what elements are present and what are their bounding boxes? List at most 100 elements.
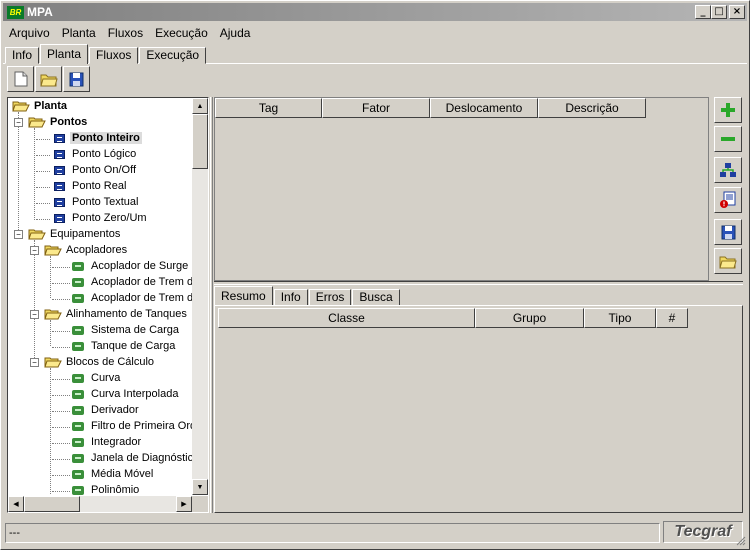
arrow-up-icon: ▲ — [196, 102, 204, 110]
tab-execucao[interactable]: Execução — [139, 47, 207, 64]
report-button[interactable] — [714, 187, 742, 213]
save-icon — [721, 225, 735, 239]
tree-horizontal-scrollbar[interactable]: ◀ ▶ — [8, 496, 192, 512]
blocos-expander[interactable]: − — [30, 358, 39, 367]
tree-item-equipment[interactable]: Filtro de Primeira Ord — [72, 418, 192, 434]
tree-item-label: Filtro de Primeira Ord — [91, 420, 192, 432]
tab-info-bottom[interactable]: Info — [273, 289, 308, 306]
scroll-thumb[interactable] — [192, 114, 208, 169]
tree-vertical-scrollbar[interactable]: ▲ ▼ — [192, 98, 208, 495]
tree-item-equipment[interactable]: Polinômio — [72, 482, 141, 495]
tree-item-ponto-inteiro[interactable]: Ponto Inteiro — [54, 130, 142, 146]
column-header-tipo[interactable]: Tipo — [584, 308, 656, 328]
menu-fluxos[interactable]: Fluxos — [102, 26, 149, 40]
tree-item-label: Curva Interpolada — [91, 388, 179, 400]
tab-erros[interactable]: Erros — [308, 289, 352, 306]
scroll-thumb-horizontal[interactable] — [24, 496, 80, 512]
tree-item-label: Ponto Real — [72, 180, 127, 192]
vertical-splitter[interactable] — [210, 97, 213, 513]
scroll-down-button[interactable]: ▼ — [192, 479, 208, 495]
tree-node-pontos[interactable]: Pontos — [28, 114, 89, 130]
app-window: BR MPA _ □ × Arquivo Planta Fluxos Execu… — [0, 0, 750, 550]
equipment-icon — [72, 341, 84, 351]
tree-item-equipment[interactable]: Tanque de Carga — [72, 338, 177, 354]
equipamentos-expander[interactable]: − — [14, 230, 23, 239]
summary-panel: Classe Grupo Tipo # — [214, 305, 743, 513]
column-header-tag[interactable]: Tag — [215, 98, 322, 118]
point-icon — [54, 197, 65, 207]
tree-item-equipment[interactable]: Acoplador de Trem de — [72, 274, 192, 290]
column-header-count[interactable]: # — [656, 308, 688, 328]
tree-item-ponto-zero-um[interactable]: Ponto Zero/Um — [54, 210, 149, 226]
equipment-icon — [72, 277, 84, 287]
acopladores-expander[interactable]: − — [30, 246, 39, 255]
tree-item-ponto-textual[interactable]: Ponto Textual — [54, 194, 140, 210]
save-button[interactable] — [63, 66, 90, 92]
tree-node-alinhamento[interactable]: Alinhamento de Tanques — [44, 306, 189, 322]
open-button[interactable] — [35, 66, 62, 92]
add-button[interactable] — [714, 97, 742, 123]
equipment-button[interactable] — [714, 157, 742, 183]
column-header-fator[interactable]: Fator — [322, 98, 430, 118]
column-header-grupo[interactable]: Grupo — [475, 308, 584, 328]
tree-item-equipment[interactable]: Curva Interpolada — [72, 386, 180, 402]
tab-fluxos[interactable]: Fluxos — [89, 47, 139, 64]
remove-button[interactable] — [714, 126, 742, 152]
tree-item-equipment[interactable]: Curva — [72, 370, 122, 386]
tree-root[interactable]: Planta — [12, 98, 69, 114]
tree-item-equipment[interactable]: Sistema de Carga — [72, 322, 181, 338]
tab-planta[interactable]: Planta — [40, 44, 89, 64]
tree-item-ponto-onoff[interactable]: Ponto On/Off — [54, 162, 138, 178]
tree-item-equipment[interactable]: Janela de Diagnóstico — [72, 450, 192, 466]
tab-resumo[interactable]: Resumo — [214, 286, 273, 306]
new-button[interactable] — [7, 66, 34, 92]
tree-node-equipamentos[interactable]: Equipamentos — [28, 226, 122, 242]
tree-item-label: Acoplador de Trem de — [91, 292, 192, 304]
pontos-expander[interactable]: − — [14, 118, 23, 127]
menu-arquivo[interactable]: Arquivo — [3, 26, 56, 40]
scroll-right-button[interactable]: ▶ — [176, 496, 192, 512]
maximize-button[interactable]: □ — [711, 5, 727, 19]
equipment-icon — [72, 421, 84, 431]
tree-item-equipment[interactable]: Derivador — [72, 402, 141, 418]
tree-node-blocos[interactable]: Blocos de Cálculo — [44, 354, 156, 370]
equipment-icon — [72, 261, 84, 271]
tree-item-label: Ponto Zero/Um — [72, 212, 147, 224]
resize-grip-icon[interactable] — [736, 536, 746, 546]
open-side-button[interactable] — [714, 248, 742, 274]
close-button[interactable]: × — [729, 5, 745, 19]
title-bar: BR MPA _ □ × — [3, 3, 747, 21]
tree-item-label: Sistema de Carga — [91, 324, 180, 336]
horizontal-splitter[interactable] — [214, 281, 743, 285]
maximize-icon: □ — [714, 6, 724, 17]
scroll-up-button[interactable]: ▲ — [192, 98, 208, 114]
scroll-left-button[interactable]: ◀ — [8, 496, 24, 512]
menu-execucao[interactable]: Execução — [149, 26, 214, 40]
tree-node-acopladores[interactable]: Acopladores — [44, 242, 129, 258]
menu-planta[interactable]: Planta — [56, 26, 102, 40]
open-folder-icon — [719, 256, 737, 268]
tree-item-label: Acoplador de Surge P — [91, 260, 192, 272]
folder-open-icon — [28, 117, 46, 128]
menu-ajuda[interactable]: Ajuda — [214, 26, 257, 40]
tree-item-ponto-real[interactable]: Ponto Real — [54, 178, 128, 194]
tab-info[interactable]: Info — [5, 47, 40, 64]
save-side-button[interactable] — [714, 219, 742, 245]
summary-table: Classe Grupo Tipo # — [218, 308, 688, 330]
tree-item-label: Tanque de Carga — [91, 340, 176, 352]
tree-item-label: Integrador — [91, 436, 142, 448]
alinhamento-expander[interactable]: − — [30, 310, 39, 319]
tree-item-equipment[interactable]: Acoplador de Trem de — [72, 290, 192, 306]
tree-item-equipment[interactable]: Integrador — [72, 434, 143, 450]
tree-item-equipment[interactable]: Média Móvel — [72, 466, 155, 482]
report-error-icon — [720, 191, 736, 208]
column-header-classe[interactable]: Classe — [218, 308, 475, 328]
tree-item-ponto-logico[interactable]: Ponto Lógico — [54, 146, 138, 162]
tab-busca[interactable]: Busca — [352, 289, 400, 306]
column-header-descricao[interactable]: Descrição — [538, 98, 646, 118]
main-tabs: Info Planta Fluxos Execução — [5, 44, 207, 64]
point-icon — [54, 165, 65, 175]
column-header-deslocamento[interactable]: Deslocamento — [430, 98, 538, 118]
tree-item-equipment[interactable]: Acoplador de Surge P — [72, 258, 192, 274]
minimize-button[interactable]: _ — [695, 5, 711, 19]
